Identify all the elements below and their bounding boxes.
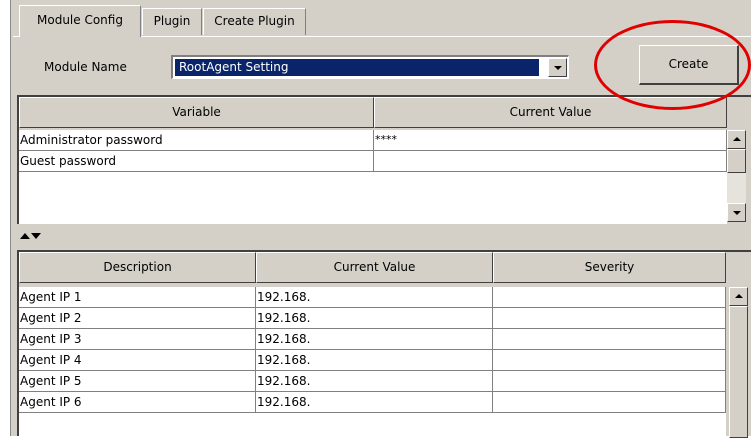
- variables-scrollbar[interactable]: [727, 130, 746, 222]
- column-header-variable[interactable]: Variable: [19, 97, 374, 128]
- value-cell[interactable]: ****: [374, 130, 727, 151]
- value-cell[interactable]: 192.168.: [256, 392, 493, 413]
- severity-cell[interactable]: [493, 350, 726, 371]
- variables-table: Variable Current Value Administrator pas…: [17, 95, 751, 224]
- tab-plugin[interactable]: Plugin: [142, 8, 202, 35]
- table-row[interactable]: Agent IP 3 192.168.: [19, 329, 726, 350]
- description-cell: Agent IP 2: [19, 308, 256, 329]
- value-cell[interactable]: 192.168.: [256, 350, 493, 371]
- scroll-thumb[interactable]: [729, 306, 748, 438]
- table-row[interactable]: Agent IP 1 192.168.: [19, 287, 726, 308]
- description-cell: Agent IP 6: [19, 392, 256, 413]
- column-header-current-value[interactable]: Current Value: [374, 97, 727, 128]
- value-cell[interactable]: 192.168.: [256, 329, 493, 350]
- scroll-up-button[interactable]: [727, 130, 746, 149]
- tab-create-plugin[interactable]: Create Plugin: [203, 8, 306, 35]
- module-name-selected-value: RootAgent Setting: [175, 59, 539, 76]
- tab-module-config[interactable]: Module Config: [19, 5, 141, 37]
- value-cell[interactable]: 192.168.: [256, 287, 493, 308]
- module-name-label: Module Name: [44, 60, 127, 74]
- severity-cell[interactable]: [493, 329, 726, 350]
- table-row[interactable]: Agent IP 2 192.168.: [19, 308, 726, 329]
- column-header-current-value[interactable]: Current Value: [256, 252, 493, 283]
- severity-cell[interactable]: [493, 308, 726, 329]
- chevron-down-icon: [554, 66, 562, 70]
- table-row[interactable]: Administrator password ****: [19, 130, 727, 151]
- tab-create-plugin-label: Create Plugin: [214, 14, 295, 28]
- description-cell: Agent IP 5: [19, 371, 256, 392]
- split-down-icon[interactable]: [31, 233, 41, 239]
- table-row[interactable]: Agent IP 5 192.168.: [19, 371, 726, 392]
- table-row[interactable]: Guest password: [19, 151, 727, 172]
- table-row[interactable]: Agent IP 6 192.168.: [19, 392, 726, 413]
- dropdown-button[interactable]: [548, 58, 567, 77]
- value-cell[interactable]: 192.168.: [256, 308, 493, 329]
- agents-table: Description Current Value Severity Agent…: [17, 250, 751, 438]
- arrow-up-icon: [733, 137, 741, 141]
- tab-plugin-label: Plugin: [153, 14, 191, 28]
- description-cell: Agent IP 4: [19, 350, 256, 371]
- table-empty-area: [19, 172, 727, 224]
- scroll-up-button[interactable]: [729, 287, 748, 306]
- split-pane-divider[interactable]: [19, 231, 45, 243]
- split-up-icon[interactable]: [20, 233, 30, 239]
- create-button[interactable]: Create: [639, 45, 739, 85]
- tab-module-config-label: Module Config: [37, 13, 123, 27]
- scroll-thumb[interactable]: [727, 149, 746, 173]
- scroll-down-button[interactable]: [727, 203, 746, 222]
- severity-cell[interactable]: [493, 392, 726, 413]
- table-empty-area: [19, 413, 726, 438]
- column-header-description[interactable]: Description: [19, 252, 256, 283]
- description-cell: Agent IP 3: [19, 329, 256, 350]
- severity-cell[interactable]: [493, 287, 726, 308]
- agents-scrollbar[interactable]: [729, 287, 748, 438]
- description-cell: Agent IP 1: [19, 287, 256, 308]
- arrow-up-icon: [735, 294, 743, 298]
- variable-cell: Administrator password: [19, 130, 374, 151]
- value-cell[interactable]: [374, 151, 727, 172]
- column-header-severity[interactable]: Severity: [493, 252, 726, 283]
- arrow-down-icon: [733, 211, 741, 215]
- value-cell[interactable]: 192.168.: [256, 371, 493, 392]
- module-config-panel: Module Config Plugin Create Plugin Modul…: [10, 0, 751, 438]
- severity-cell[interactable]: [493, 371, 726, 392]
- table-row[interactable]: Agent IP 4 192.168.: [19, 350, 726, 371]
- variable-cell: Guest password: [19, 151, 374, 172]
- module-name-select[interactable]: RootAgent Setting: [171, 55, 569, 79]
